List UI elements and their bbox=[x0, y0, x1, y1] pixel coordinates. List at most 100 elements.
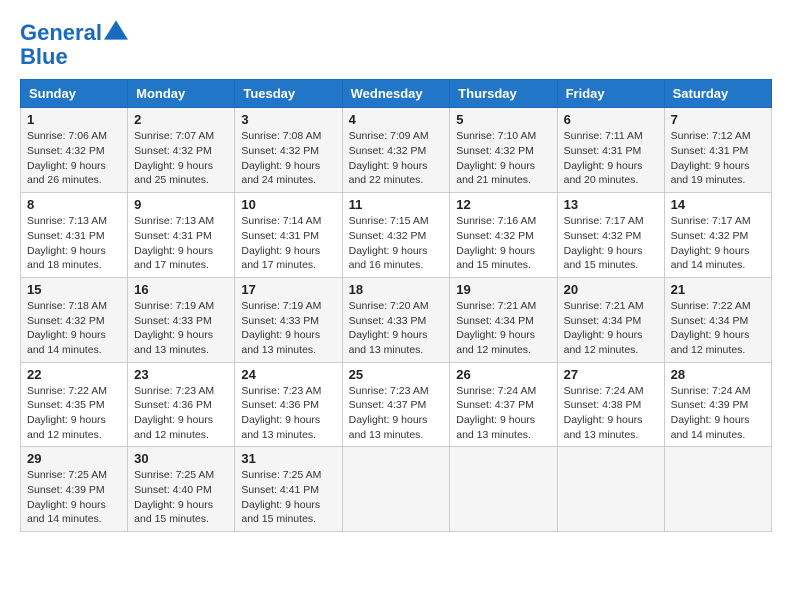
day-info: Sunrise: 7:17 AMSunset: 4:32 PMDaylight:… bbox=[671, 214, 765, 273]
day-info: Sunrise: 7:22 AMSunset: 4:35 PMDaylight:… bbox=[27, 384, 121, 443]
day-number: 23 bbox=[134, 367, 228, 382]
day-info: Sunrise: 7:23 AMSunset: 4:37 PMDaylight:… bbox=[349, 384, 444, 443]
day-number: 14 bbox=[671, 197, 765, 212]
calendar-cell: 2 Sunrise: 7:07 AMSunset: 4:32 PMDaylight… bbox=[128, 108, 235, 193]
header-day-wednesday: Wednesday bbox=[342, 80, 450, 108]
calendar-cell: 28Sunrise: 7:24 AMSunset: 4:39 PMDayligh… bbox=[664, 362, 771, 447]
calendar-cell: 10 Sunrise: 7:14 AMSunset: 4:31 PMDayligh… bbox=[235, 193, 342, 278]
calendar-cell: 16 Sunrise: 7:19 AMSunset: 4:33 PMDayligh… bbox=[128, 277, 235, 362]
day-info: Sunrise: 7:20 AMSunset: 4:33 PMDaylight:… bbox=[349, 299, 444, 358]
day-info: Sunrise: 7:18 AMSunset: 4:32 PMDaylight:… bbox=[27, 299, 121, 358]
day-number: 20 bbox=[564, 282, 658, 297]
day-info: Sunrise: 7:19 AMSunset: 4:33 PMDaylight:… bbox=[241, 299, 335, 358]
day-info: Sunrise: 7:23 AMSunset: 4:36 PMDaylight:… bbox=[134, 384, 228, 443]
day-info: Sunrise: 7:07 AMSunset: 4:32 PMDaylight:… bbox=[134, 129, 228, 188]
day-info: Sunrise: 7:08 AMSunset: 4:32 PMDaylight:… bbox=[241, 129, 335, 188]
day-info: Sunrise: 7:24 AMSunset: 4:37 PMDaylight:… bbox=[456, 384, 550, 443]
calendar-cell: 9Sunrise: 7:13 AMSunset: 4:31 PMDaylight… bbox=[128, 193, 235, 278]
calendar-cell: 8Sunrise: 7:13 AMSunset: 4:31 PMDaylight… bbox=[21, 193, 128, 278]
day-info: Sunrise: 7:11 AMSunset: 4:31 PMDaylight:… bbox=[564, 129, 658, 188]
day-number: 19 bbox=[456, 282, 550, 297]
calendar-cell: 17 Sunrise: 7:19 AMSunset: 4:33 PMDayligh… bbox=[235, 277, 342, 362]
calendar-cell: 27 Sunrise: 7:24 AMSunset: 4:38 PMDayligh… bbox=[557, 362, 664, 447]
day-number: 31 bbox=[241, 451, 335, 466]
day-number: 4 bbox=[349, 112, 444, 127]
logo-icon bbox=[104, 20, 128, 40]
calendar-cell: 25 Sunrise: 7:23 AMSunset: 4:37 PMDayligh… bbox=[342, 362, 450, 447]
calendar-cell: 18 Sunrise: 7:20 AMSunset: 4:33 PMDayligh… bbox=[342, 277, 450, 362]
day-number: 2 bbox=[134, 112, 228, 127]
day-number: 27 bbox=[564, 367, 658, 382]
day-info: Sunrise: 7:13 AMSunset: 4:31 PMDaylight:… bbox=[134, 214, 228, 273]
day-info: Sunrise: 7:19 AMSunset: 4:33 PMDaylight:… bbox=[134, 299, 228, 358]
calendar-table: SundayMondayTuesdayWednesdayThursdayFrid… bbox=[20, 79, 772, 532]
day-info: Sunrise: 7:06 AMSunset: 4:32 PMDaylight:… bbox=[27, 129, 121, 188]
day-info: Sunrise: 7:10 AMSunset: 4:32 PMDaylight:… bbox=[456, 129, 550, 188]
calendar-cell: 6 Sunrise: 7:11 AMSunset: 4:31 PMDaylight… bbox=[557, 108, 664, 193]
day-number: 16 bbox=[134, 282, 228, 297]
day-info: Sunrise: 7:16 AMSunset: 4:32 PMDaylight:… bbox=[456, 214, 550, 273]
header-row: SundayMondayTuesdayWednesdayThursdayFrid… bbox=[21, 80, 772, 108]
calendar-cell bbox=[342, 447, 450, 532]
day-number: 30 bbox=[134, 451, 228, 466]
week-row-2: 8 Sunrise: 7:13 AMSunset: 4:31 PMDaylight… bbox=[21, 193, 772, 278]
calendar-cell: 15 Sunrise: 7:18 AMSunset: 4:32 PMDayligh… bbox=[21, 277, 128, 362]
day-number: 17 bbox=[241, 282, 335, 297]
day-info: Sunrise: 7:22 AMSunset: 4:34 PMDaylight:… bbox=[671, 299, 765, 358]
calendar-cell: 11Sunrise: 7:15 AMSunset: 4:32 PMDayligh… bbox=[342, 193, 450, 278]
day-number: 15 bbox=[27, 282, 121, 297]
day-number: 13 bbox=[564, 197, 658, 212]
calendar-cell: 20Sunrise: 7:21 AMSunset: 4:34 PMDayligh… bbox=[557, 277, 664, 362]
calendar-cell: 5 Sunrise: 7:10 AMSunset: 4:32 PMDaylight… bbox=[450, 108, 557, 193]
calendar-cell: 30 Sunrise: 7:25 AMSunset: 4:40 PMDayligh… bbox=[128, 447, 235, 532]
header-day-friday: Friday bbox=[557, 80, 664, 108]
calendar-cell: 14 Sunrise: 7:17 AMSunset: 4:32 PMDayligh… bbox=[664, 193, 771, 278]
calendar-cell: 7Sunrise: 7:12 AMSunset: 4:31 PMDaylight… bbox=[664, 108, 771, 193]
calendar-cell: 24Sunrise: 7:23 AMSunset: 4:36 PMDayligh… bbox=[235, 362, 342, 447]
day-number: 1 bbox=[27, 112, 121, 127]
calendar-cell: 4 Sunrise: 7:09 AMSunset: 4:32 PMDaylight… bbox=[342, 108, 450, 193]
day-number: 18 bbox=[349, 282, 444, 297]
day-info: Sunrise: 7:09 AMSunset: 4:32 PMDaylight:… bbox=[349, 129, 444, 188]
day-number: 11 bbox=[349, 197, 444, 212]
day-number: 29 bbox=[27, 451, 121, 466]
week-row-1: 1 Sunrise: 7:06 AMSunset: 4:32 PMDaylight… bbox=[21, 108, 772, 193]
day-info: Sunrise: 7:12 AMSunset: 4:31 PMDaylight:… bbox=[671, 129, 765, 188]
day-info: Sunrise: 7:24 AMSunset: 4:38 PMDaylight:… bbox=[564, 384, 658, 443]
calendar-cell: 31 Sunrise: 7:25 AMSunset: 4:41 PMDayligh… bbox=[235, 447, 342, 532]
calendar-cell: 19 Sunrise: 7:21 AMSunset: 4:34 PMDayligh… bbox=[450, 277, 557, 362]
calendar-cell: 3 Sunrise: 7:08 AMSunset: 4:32 PMDaylight… bbox=[235, 108, 342, 193]
header-day-tuesday: Tuesday bbox=[235, 80, 342, 108]
calendar-cell bbox=[450, 447, 557, 532]
day-info: Sunrise: 7:25 AMSunset: 4:40 PMDaylight:… bbox=[134, 468, 228, 527]
week-row-4: 22 Sunrise: 7:22 AMSunset: 4:35 PMDayligh… bbox=[21, 362, 772, 447]
day-info: Sunrise: 7:21 AMSunset: 4:34 PMDaylight:… bbox=[456, 299, 550, 358]
calendar-cell: 29Sunrise: 7:25 AMSunset: 4:39 PMDayligh… bbox=[21, 447, 128, 532]
calendar-cell: 26 Sunrise: 7:24 AMSunset: 4:37 PMDayligh… bbox=[450, 362, 557, 447]
day-number: 22 bbox=[27, 367, 121, 382]
logo-text: GeneralBlue bbox=[20, 20, 128, 69]
calendar-cell: 22 Sunrise: 7:22 AMSunset: 4:35 PMDayligh… bbox=[21, 362, 128, 447]
day-number: 5 bbox=[456, 112, 550, 127]
calendar-cell bbox=[557, 447, 664, 532]
header-day-sunday: Sunday bbox=[21, 80, 128, 108]
day-number: 10 bbox=[241, 197, 335, 212]
header-day-monday: Monday bbox=[128, 80, 235, 108]
day-number: 3 bbox=[241, 112, 335, 127]
day-number: 25 bbox=[349, 367, 444, 382]
week-row-5: 29Sunrise: 7:25 AMSunset: 4:39 PMDayligh… bbox=[21, 447, 772, 532]
day-info: Sunrise: 7:25 AMSunset: 4:41 PMDaylight:… bbox=[241, 468, 335, 527]
day-number: 24 bbox=[241, 367, 335, 382]
day-number: 8 bbox=[27, 197, 121, 212]
day-info: Sunrise: 7:14 AMSunset: 4:31 PMDaylight:… bbox=[241, 214, 335, 273]
day-number: 6 bbox=[564, 112, 658, 127]
calendar-cell: 1 Sunrise: 7:06 AMSunset: 4:32 PMDaylight… bbox=[21, 108, 128, 193]
header-day-thursday: Thursday bbox=[450, 80, 557, 108]
logo: GeneralBlue bbox=[20, 20, 128, 69]
calendar-cell: 12Sunrise: 7:16 AMSunset: 4:32 PMDayligh… bbox=[450, 193, 557, 278]
calendar-cell: 23 Sunrise: 7:23 AMSunset: 4:36 PMDayligh… bbox=[128, 362, 235, 447]
header: GeneralBlue bbox=[20, 20, 772, 69]
calendar-cell: 21Sunrise: 7:22 AMSunset: 4:34 PMDayligh… bbox=[664, 277, 771, 362]
day-number: 26 bbox=[456, 367, 550, 382]
week-row-3: 15 Sunrise: 7:18 AMSunset: 4:32 PMDayligh… bbox=[21, 277, 772, 362]
